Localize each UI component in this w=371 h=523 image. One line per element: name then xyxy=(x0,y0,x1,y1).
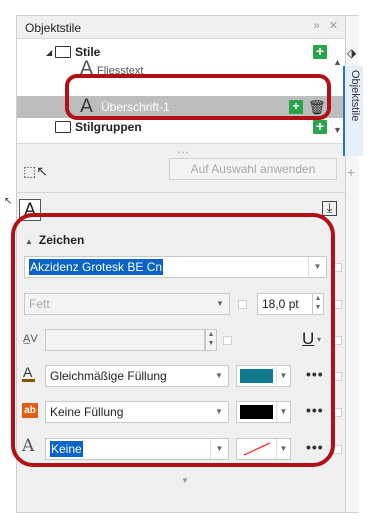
tree-label-stilgruppen: Stilgruppen xyxy=(75,120,142,134)
splitter-grip[interactable]: ... xyxy=(177,142,190,156)
scroll-down-icon[interactable]: ▼ xyxy=(333,125,342,135)
tab-objektstile-label: Objektstile xyxy=(349,70,361,122)
annotation-highlight-box xyxy=(11,213,335,467)
chevron-down-icon[interactable]: ▼ xyxy=(181,476,189,485)
scroll-up-icon[interactable]: ▲ xyxy=(333,57,342,67)
objektstile-docker: Objektstile » ✕ ◢ Stile + A Fliesstext A… xyxy=(11,15,363,513)
style-folder-icon xyxy=(55,46,71,58)
style-group-folder-icon xyxy=(55,121,71,133)
tree-row-stilgruppen[interactable]: Stilgruppen + xyxy=(17,119,345,141)
add-style-group-icon[interactable]: + xyxy=(313,119,327,134)
docker-titlebar: Objektstile » ✕ xyxy=(17,16,345,38)
save-properties-icon[interactable]: ⤓ xyxy=(322,201,337,216)
docker-tab-strip: ⬗ Objektstile + xyxy=(343,16,363,512)
object-styles-tab-icon[interactable]: ⬗ xyxy=(347,46,356,60)
docker-title: Objektstile xyxy=(25,21,82,35)
docker-window-buttons[interactable]: » ✕ xyxy=(314,19,341,32)
docker-panel: Objektstile » ✕ ◢ Stile + A Fliesstext A… xyxy=(11,16,345,512)
tab-objektstile[interactable]: Objektstile xyxy=(343,66,363,156)
apply-to-selection-icon[interactable]: ⬚↖ xyxy=(23,163,48,180)
add-style-icon[interactable]: + xyxy=(313,44,327,59)
annotation-highlight-box xyxy=(65,74,331,120)
separator xyxy=(17,192,345,193)
mouse-pointer-icon: ↖ xyxy=(4,196,13,207)
apply-to-selection-button[interactable]: Auf Auswahl anwenden xyxy=(169,158,337,180)
add-docker-tab-icon[interactable]: + xyxy=(347,164,355,180)
expand-triangle-icon[interactable]: ◢ xyxy=(46,48,52,57)
